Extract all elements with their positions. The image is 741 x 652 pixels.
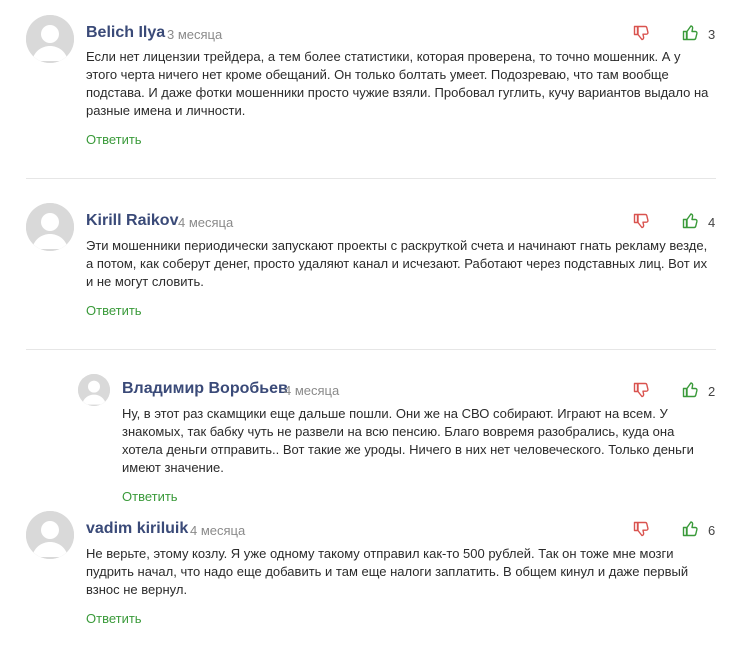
comment-text: Ну, в этот раз скамщики еще дальше пошли… (122, 406, 694, 475)
like-count: 4 (708, 215, 716, 230)
thumbs-up-icon (682, 521, 698, 537)
like-count: 6 (708, 523, 716, 538)
like-button[interactable] (682, 382, 698, 398)
thumbs-down-icon (633, 382, 649, 398)
default-user-avatar-icon (26, 511, 74, 559)
comment-text: Если нет лицензии трейдера, а тем более … (86, 49, 709, 118)
thumbs-down-icon (633, 521, 649, 537)
comment-date: 3 месяца (167, 27, 223, 42)
comment-author[interactable]: vadim kiriluik (86, 520, 188, 538)
comment-date: 4 месяца (190, 523, 246, 538)
reply-link[interactable]: Ответить (86, 303, 142, 318)
like-button[interactable] (682, 521, 698, 537)
dislike-button[interactable] (633, 382, 649, 398)
dislike-button[interactable] (633, 213, 649, 229)
dislike-button[interactable] (633, 25, 649, 41)
comment-author[interactable]: Belich Ilya (86, 24, 165, 42)
user-avatar (26, 511, 74, 559)
user-avatar (78, 374, 110, 406)
comment-author[interactable]: Владимир Воробьев (122, 380, 288, 398)
dislike-button[interactable] (633, 521, 649, 537)
reply-link[interactable]: Ответить (86, 132, 142, 147)
thumbs-up-icon (682, 382, 698, 398)
default-user-avatar-icon (26, 203, 74, 251)
divider (26, 178, 716, 179)
comment-text: Не верьте, этому козлу. Я уже одному так… (86, 546, 689, 597)
comment-date: 4 месяца (284, 383, 340, 398)
default-user-avatar-icon (78, 374, 110, 406)
thumbs-down-icon (633, 213, 649, 229)
user-avatar (26, 15, 74, 63)
reply-link[interactable]: Ответить (122, 489, 178, 504)
reply-link[interactable]: Ответить (86, 611, 142, 626)
comment-date: 4 месяца (178, 215, 234, 230)
divider (26, 349, 716, 350)
thumbs-up-icon (682, 213, 698, 229)
default-user-avatar-icon (26, 15, 74, 63)
comment-author[interactable]: Kirill Raikov (86, 212, 178, 230)
comment-text: Эти мошенники периодически запускают про… (86, 238, 708, 289)
like-count: 3 (708, 27, 716, 42)
like-button[interactable] (682, 25, 698, 41)
thumbs-down-icon (633, 25, 649, 41)
user-avatar (26, 203, 74, 251)
like-button[interactable] (682, 213, 698, 229)
thumbs-up-icon (682, 25, 698, 41)
like-count: 2 (708, 384, 716, 399)
